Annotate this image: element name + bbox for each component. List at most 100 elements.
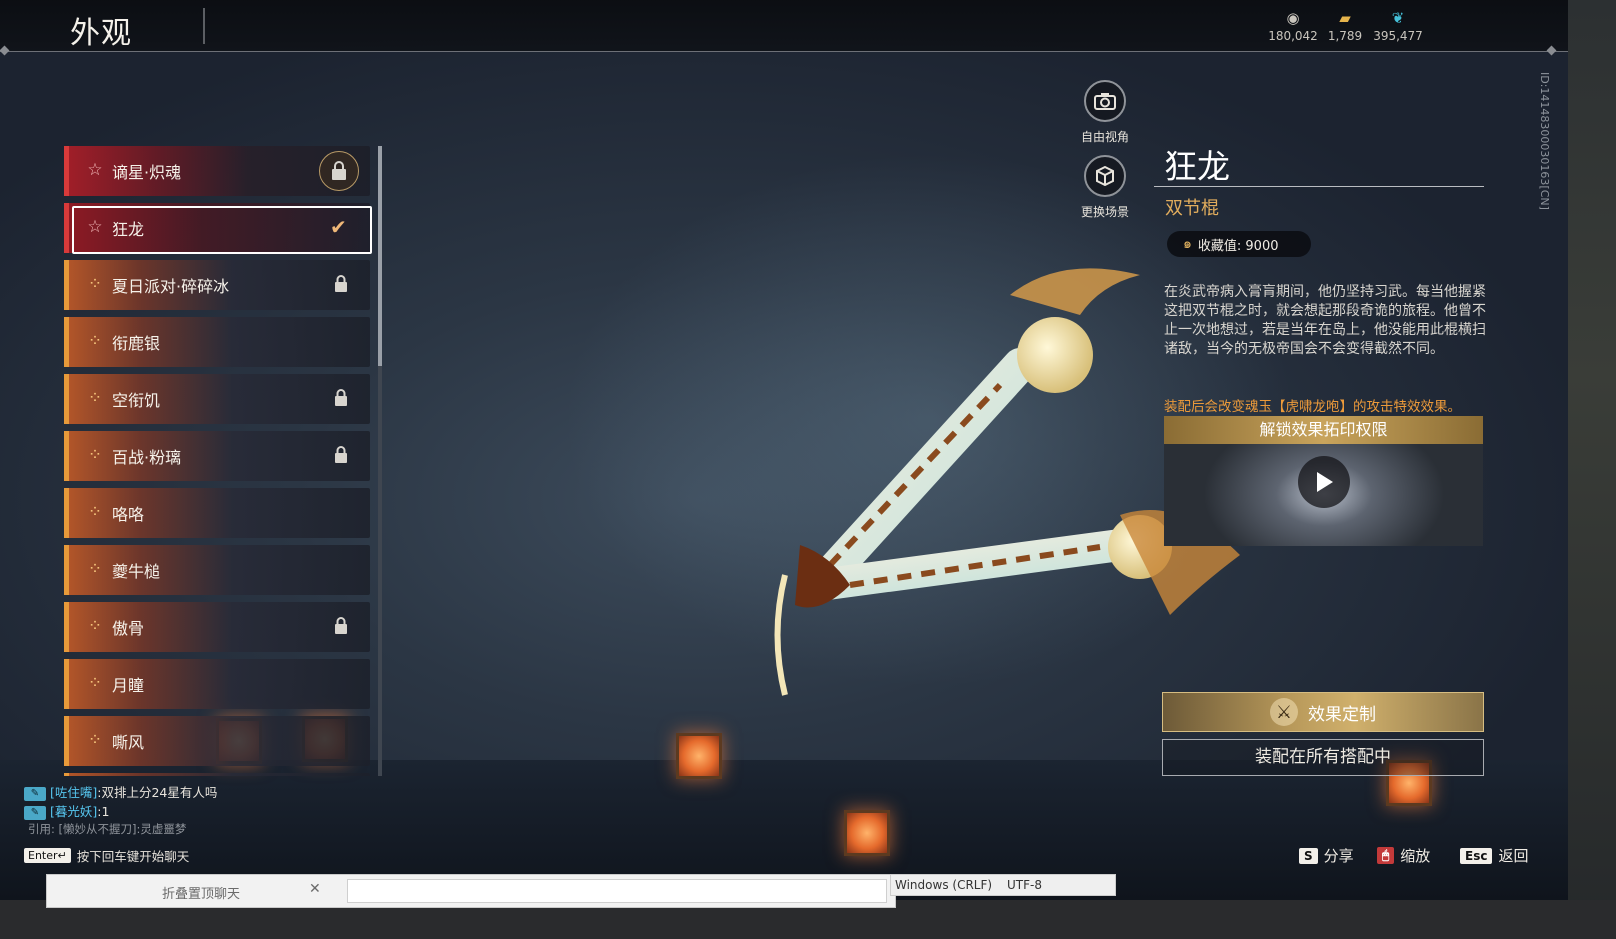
list-item[interactable]: [64, 773, 370, 776]
lantern: [676, 733, 722, 779]
item-name: 嘶风: [112, 733, 145, 752]
gold-rank-icon: ⁘: [87, 616, 103, 636]
chat-channel-icon: ✎: [24, 786, 46, 801]
player-id: ID:1414830003016​3[CN]: [1538, 72, 1551, 210]
star-rank-icon: ☆: [87, 160, 103, 180]
item-title: 狂龙: [1164, 147, 1230, 186]
lock-icon: [332, 445, 352, 465]
gold-rank-icon: ⁘: [87, 502, 103, 522]
currency-jade: ❦ 395,477: [1368, 9, 1428, 43]
free-view-label: 自由视角: [1080, 130, 1129, 144]
back-hotkey[interactable]: Esc 返回: [1460, 845, 1528, 866]
star-rank-icon: ☆: [87, 217, 103, 237]
list-item[interactable]: ⁘ 夏日派对·碎碎冰: [64, 260, 370, 310]
equip-all-button[interactable]: 装配在所有搭配中: [1162, 739, 1484, 776]
jade-feather-icon: ❦: [1391, 9, 1405, 27]
editor-statusbar: Windows (CRLF) UTF-8: [890, 874, 1116, 896]
currency-value: 395,477: [1373, 29, 1423, 43]
item-name: 夏日派对·碎碎冰: [112, 277, 230, 296]
list-item[interactable]: ⁘ 空衔饥: [64, 374, 370, 424]
chat-message: :1: [97, 804, 110, 819]
background-window[interactable]: 折叠置顶聊天 ✕: [46, 874, 896, 908]
close-icon[interactable]: ✕: [309, 881, 321, 897]
effect-customize-button[interactable]: ⚔ 效果定制: [1162, 692, 1484, 732]
line-ending[interactable]: Windows (CRLF): [895, 878, 992, 892]
chat-quote-text: 引用: [懒妙从不握刀]:灵虚噩梦: [28, 822, 187, 836]
chat-message: :双排上分24星有人吗: [97, 785, 218, 800]
effect-note: 装配后会改变魂玉【虎啸龙咆】的攻击特效效果。: [1164, 399, 1461, 415]
collection-icon: ๑: [1183, 236, 1192, 252]
item-name: 咯咯: [112, 505, 145, 524]
list-item[interactable]: ⁘ 咯咯: [64, 488, 370, 538]
list-scroll-thumb[interactable]: [378, 146, 382, 366]
lock-icon: [332, 274, 352, 294]
lock-icon: [319, 151, 359, 191]
lore-text: 在炎武帝病入膏肓期间，他仍坚持习武。每当他握紧这把双节棍之时，就会想起那段奇诡的…: [1164, 284, 1486, 357]
gold-rank-icon: ⁘: [87, 445, 103, 465]
encoding[interactable]: UTF-8: [1007, 878, 1042, 892]
currency-silver: ◉ 180,042: [1263, 9, 1323, 43]
chat-channel-icon: ✎: [24, 805, 46, 820]
chat-enter-text: 按下回车键开始聊天: [76, 849, 190, 864]
weapon-type: 双节棍: [1165, 198, 1219, 219]
chat-sender[interactable]: [咗住嘴]: [50, 785, 97, 800]
currency-value: 1,789: [1327, 29, 1363, 43]
currency-gold: ▰ 1,789: [1315, 9, 1375, 43]
effect-customize-label: 效果定制: [1308, 704, 1376, 725]
list-item[interactable]: ⁘ 傲骨: [64, 602, 370, 652]
item-name: 狂龙: [112, 220, 145, 239]
gold-rank-icon: ⁘: [87, 331, 103, 351]
item-name: 月瞳: [112, 676, 145, 695]
enter-key-icon: Enter↵: [24, 848, 71, 863]
lock-icon: [332, 616, 352, 636]
item-name: 空衔饥: [112, 391, 161, 410]
item-name: 夔牛槌: [112, 562, 161, 581]
item-name: 衔鹿银: [112, 334, 161, 353]
list-item[interactable]: ⁘ 月瞳: [64, 659, 370, 709]
zoom-hotkey[interactable]: 🖱 缩放: [1377, 845, 1430, 866]
list-item[interactable]: ☆ 谪星·炽魂: [64, 146, 370, 196]
free-view-button[interactable]: 自由视角: [1070, 80, 1140, 145]
mouse-icon: 🖱: [1377, 847, 1395, 864]
hotkey-label: 分享: [1323, 847, 1354, 865]
gold-ingot-icon: ▰: [1339, 9, 1351, 27]
unlock-banner: 解锁效果拓印权限: [1164, 416, 1483, 444]
lock-icon: [332, 388, 352, 408]
play-icon[interactable]: [1298, 456, 1350, 508]
gold-rank-icon: ⁘: [87, 559, 103, 579]
camera-icon: [1084, 80, 1126, 122]
change-scene-button[interactable]: 更换场景: [1070, 155, 1140, 220]
chat-quote: 引用: [懒妙从不握刀]:灵虚噩梦: [28, 821, 186, 839]
title-divider: [203, 8, 205, 44]
chat-line: ✎ [暮光妖]:1: [24, 801, 110, 820]
key-cap: Esc: [1460, 847, 1493, 864]
chat-sender[interactable]: [暮光妖]: [50, 804, 97, 819]
hotkey-label: 返回: [1498, 847, 1529, 865]
window-title: 折叠置顶聊天: [162, 887, 241, 902]
lantern: [844, 810, 890, 856]
collection-value: 收藏值: 9000: [1197, 238, 1279, 254]
item-name: 谪星·炽魂: [112, 163, 182, 182]
sword-icon: ⚔: [1270, 698, 1298, 726]
list-item-selected[interactable]: ☆ 狂龙 ✔: [64, 203, 372, 254]
title-divider: [1154, 186, 1484, 187]
collection-value-badge: ๑ 收藏值: 9000: [1167, 231, 1311, 257]
check-icon: ✔: [330, 215, 347, 239]
text-input[interactable]: [347, 879, 887, 903]
list-item[interactable]: ⁘ 嘶风: [64, 716, 370, 766]
chat-enter-hint[interactable]: Enter↵ 按下回车键开始聊天: [24, 846, 189, 865]
list-item[interactable]: ⁘ 夔牛槌: [64, 545, 370, 595]
list-item[interactable]: ⁘ 衔鹿银: [64, 317, 370, 367]
gold-rank-icon: ⁘: [87, 730, 103, 750]
effect-preview-video[interactable]: [1164, 444, 1483, 546]
skin-list[interactable]: ☆ 谪星·炽魂 ☆ 狂龙 ✔ ⁘ 夏日派对·碎碎冰 ⁘ 衔鹿银 ⁘ 空衔饥 ⁘ …: [64, 146, 376, 776]
desktop-background: [1568, 0, 1616, 939]
page-title: 外观: [70, 16, 132, 51]
gold-rank-icon: ⁘: [87, 274, 103, 294]
item-name: 百战·粉璃: [112, 448, 182, 467]
top-bar: 外观 ◉ 180,042 ▰ 1,789 ❦ 395,477: [0, 0, 1568, 56]
share-hotkey[interactable]: S 分享: [1299, 845, 1354, 866]
currency-value: 180,042: [1268, 29, 1318, 43]
silver-coin-icon: ◉: [1286, 9, 1300, 27]
list-item[interactable]: ⁘ 百战·粉璃: [64, 431, 370, 481]
